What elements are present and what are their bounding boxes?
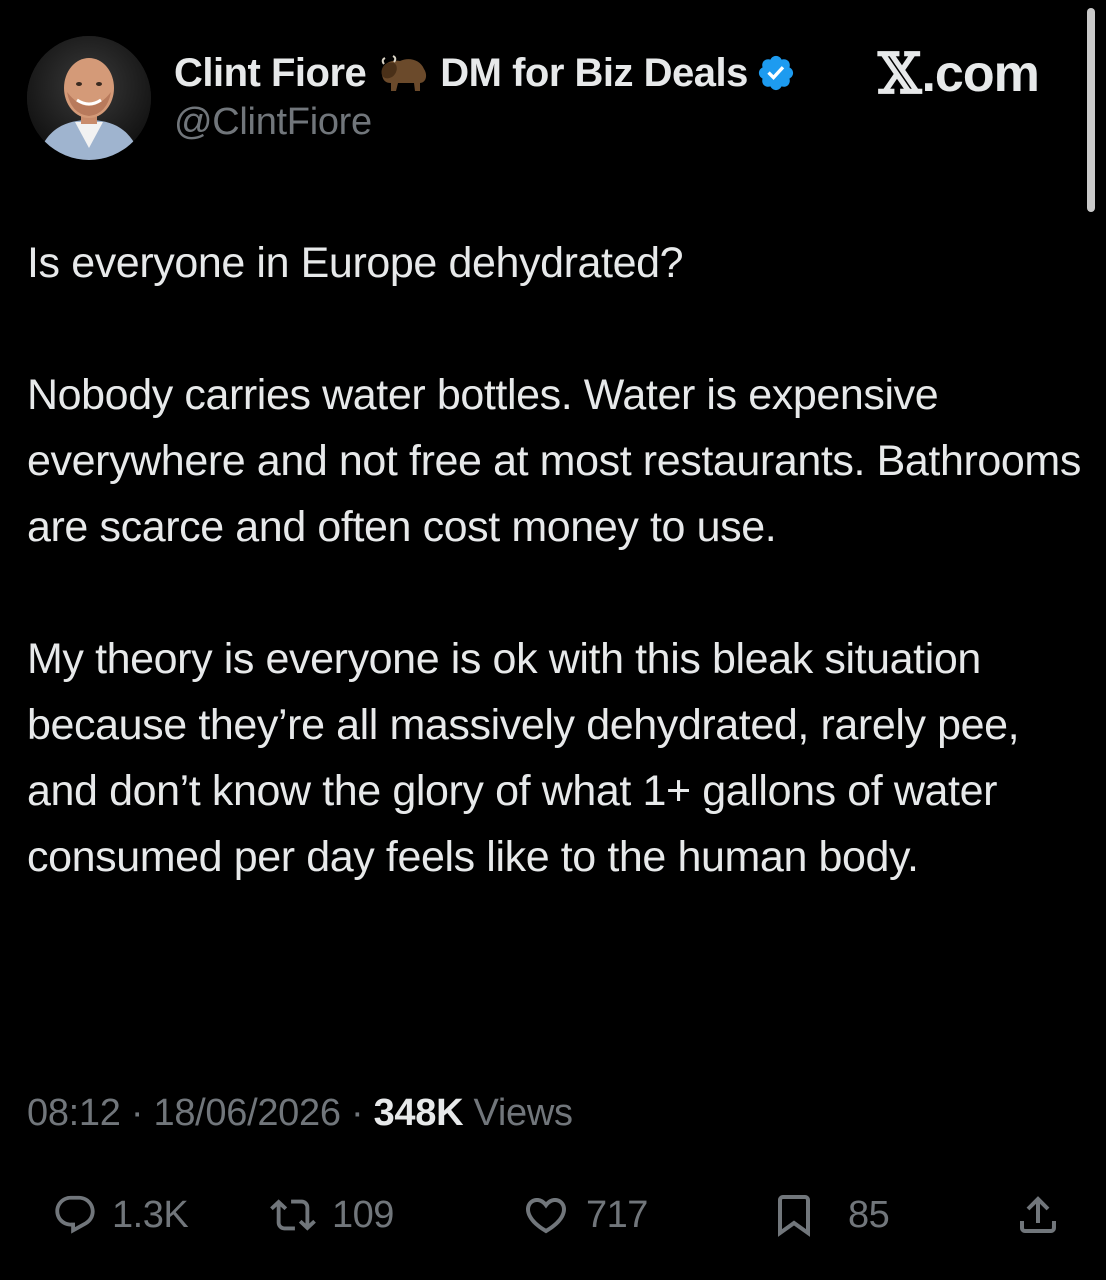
author-display-name[interactable]: Clint Fiore <box>174 51 367 96</box>
reply-count: 1.3K <box>112 1193 189 1236</box>
share-button[interactable] <box>1014 1180 1062 1250</box>
bison-emoji-icon <box>376 53 430 93</box>
repost-count: 109 <box>332 1193 394 1236</box>
bookmark-button[interactable]: 85 <box>770 1180 890 1250</box>
author-name-row[interactable]: Clint Fiore DM for Biz Deals <box>174 47 796 99</box>
reply-icon <box>55 1195 95 1234</box>
tweet-paragraph: Nobody carries water bottles. Water is e… <box>27 371 1081 551</box>
tweet-text: Is everyone in Europe dehydrated? Nobody… <box>27 230 1087 956</box>
tweet-actions: 1.3K 109 717 85 <box>0 1180 1106 1250</box>
like-button[interactable]: 717 <box>520 1180 648 1250</box>
views-count[interactable]: 348K <box>374 1092 464 1134</box>
reply-button[interactable]: 1.3K <box>52 1180 189 1250</box>
tweet-paragraph: My theory is everyone is ok with this bl… <box>27 635 1020 881</box>
scrollbar[interactable] <box>1087 8 1095 212</box>
heart-icon <box>525 1198 567 1234</box>
tweet-paragraph: Is everyone in Europe dehydrated? <box>27 239 684 287</box>
watermark-text: .com <box>921 45 1039 103</box>
bookmark-count: 85 <box>848 1193 890 1236</box>
meta-separator: · <box>350 1092 364 1134</box>
share-icon <box>1020 1196 1056 1233</box>
tweet-meta: 08:12 · 18/06/2026 · 348K Views <box>27 1092 573 1135</box>
author-handle[interactable]: @ClintFiore <box>174 101 372 144</box>
verified-badge-icon[interactable] <box>756 53 796 93</box>
x-logo-icon: 𝕏 <box>878 41 922 107</box>
repost-icon <box>270 1199 316 1231</box>
tweet-time[interactable]: 08:12 <box>27 1092 121 1134</box>
author-name-suffix[interactable]: DM for Biz Deals <box>440 51 748 96</box>
meta-separator: · <box>130 1092 144 1134</box>
like-count: 717 <box>586 1193 648 1236</box>
bookmark-icon <box>778 1195 810 1237</box>
avatar-image <box>27 36 151 160</box>
site-watermark: 𝕏 .com <box>878 41 1040 107</box>
repost-button[interactable]: 109 <box>268 1180 394 1250</box>
tweet-date[interactable]: 18/06/2026 <box>153 1092 340 1134</box>
avatar[interactable] <box>27 36 151 160</box>
views-label[interactable]: Views <box>473 1092 572 1134</box>
